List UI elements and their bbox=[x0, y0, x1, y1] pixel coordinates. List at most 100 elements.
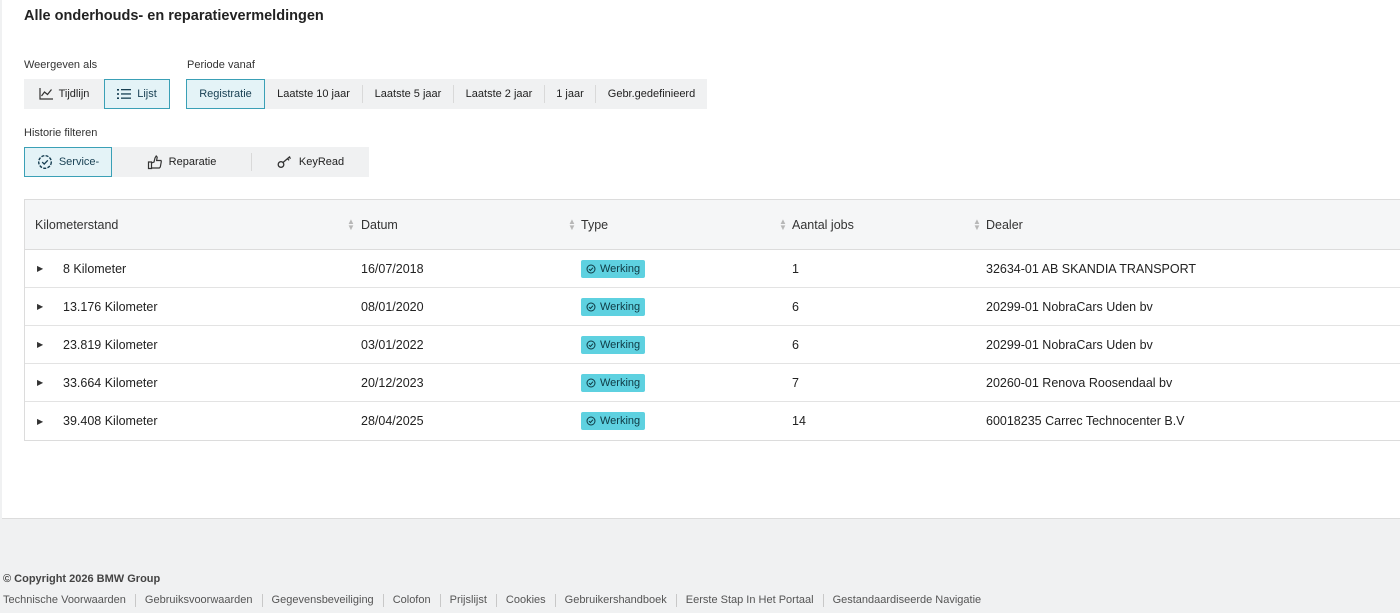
main-panel: Alle onderhouds- en reparatievermeldinge… bbox=[2, 0, 1400, 519]
service-gear-icon bbox=[37, 154, 52, 170]
expand-caret-icon[interactable]: ▶ bbox=[35, 340, 63, 349]
table-row[interactable]: ▶ 23.819 Kilometer 03/01/2022 Werking 6 2… bbox=[25, 326, 1400, 364]
footer-separator bbox=[495, 594, 497, 607]
type-badge-label: Werking bbox=[600, 262, 641, 275]
column-header-dealer-label: Dealer bbox=[986, 217, 1023, 232]
mileage-cell: 13.176 Kilometer bbox=[63, 299, 158, 314]
footer-link-first-steps[interactable]: Eerste Stap In Het Portaal bbox=[686, 594, 814, 607]
mileage-cell: 8 Kilometer bbox=[63, 261, 127, 276]
jobs-cell: 6 bbox=[792, 337, 799, 352]
line-chart-icon bbox=[39, 88, 53, 100]
footer-link-terms-of-use[interactable]: Gebruiksvoorwaarden bbox=[145, 594, 253, 607]
filter-option-service-label: Service- bbox=[58, 156, 100, 168]
jobs-cell: 1 bbox=[792, 261, 799, 276]
filter-option-repair-label: Reparatie bbox=[168, 156, 217, 168]
expand-caret-icon[interactable]: ▶ bbox=[35, 417, 63, 426]
type-badge-label: Werking bbox=[600, 338, 641, 351]
footer-separator bbox=[439, 594, 441, 607]
check-circle-icon bbox=[586, 378, 596, 387]
view-option-timeline-label: Tijdlijn bbox=[58, 88, 90, 100]
dealer-cell: 20260-01 Renova Roosendaal bv bbox=[986, 375, 1173, 390]
date-cell: 20/12/2023 bbox=[361, 375, 424, 390]
filter-option-service[interactable]: Service- bbox=[24, 147, 112, 177]
filter-option-keyread[interactable]: KeyRead bbox=[252, 147, 369, 177]
repair-hand-icon bbox=[147, 154, 162, 170]
column-header-type-label: Type bbox=[581, 217, 609, 232]
column-header-jobs[interactable]: Aantal jobs ▲ ▼ bbox=[792, 200, 986, 249]
jobs-cell: 6 bbox=[792, 299, 799, 314]
list-icon bbox=[117, 89, 132, 99]
footer-separator bbox=[261, 594, 263, 607]
date-cell: 28/04/2025 bbox=[361, 414, 424, 428]
expand-caret-icon[interactable]: ▶ bbox=[35, 264, 63, 273]
jobs-cell: 7 bbox=[792, 375, 799, 390]
period-label: Periode vanaf bbox=[187, 59, 255, 71]
sort-icon[interactable]: ▲ ▼ bbox=[568, 218, 576, 232]
expand-caret-icon[interactable]: ▶ bbox=[35, 378, 63, 387]
column-header-type[interactable]: Type ▲ ▼ bbox=[581, 200, 792, 249]
table-row[interactable]: ▶ 13.176 Kilometer 08/01/2020 Werking 6 2… bbox=[25, 288, 1400, 326]
footer-link-standard-navigation[interactable]: Gestandaardiseerde Navigatie bbox=[833, 594, 982, 607]
history-table: Kilometerstand ▲ ▼ Datum ▲ ▼ Type ▲ ▼ Aanta… bbox=[24, 199, 1400, 441]
view-toggle: Tijdlijn Lijst bbox=[24, 79, 170, 109]
dealer-cell: 20299-01 NobraCars Uden bv bbox=[986, 337, 1153, 352]
footer-link-technical-terms[interactable]: Technische Voorwaarden bbox=[3, 594, 126, 607]
mileage-cell: 23.819 Kilometer bbox=[63, 337, 158, 352]
date-cell: 03/01/2022 bbox=[361, 337, 424, 352]
type-badge-label: Werking bbox=[600, 300, 641, 313]
filter-option-repair[interactable]: Reparatie bbox=[112, 147, 251, 177]
type-badge-label: Werking bbox=[600, 415, 641, 427]
footer-separator bbox=[382, 594, 384, 607]
table-header: Kilometerstand ▲ ▼ Datum ▲ ▼ Type ▲ ▼ Aanta… bbox=[25, 200, 1400, 250]
mileage-cell: 39.408 Kilometer bbox=[63, 414, 158, 428]
column-header-date-label: Datum bbox=[361, 217, 398, 232]
footer-link-data-protection[interactable]: Gegevensbeveiliging bbox=[272, 594, 374, 607]
filter-toggle: Service- Reparatie KeyRead bbox=[24, 147, 369, 177]
footer-separator bbox=[822, 594, 824, 607]
period-option-10-years[interactable]: Laatste 10 jaar bbox=[265, 79, 362, 109]
footer-link-colophon[interactable]: Colofon bbox=[393, 594, 431, 607]
type-badge: Werking bbox=[581, 297, 646, 316]
sort-icon[interactable]: ▲ ▼ bbox=[779, 218, 787, 232]
footer-separator bbox=[675, 594, 677, 607]
sort-icon[interactable]: ▲ ▼ bbox=[973, 218, 981, 232]
check-circle-icon bbox=[586, 264, 596, 273]
footer-link-cookies[interactable]: Cookies bbox=[506, 594, 546, 607]
footer-link-price-list[interactable]: Prijslijst bbox=[450, 594, 487, 607]
mileage-cell: 33.664 Kilometer bbox=[63, 375, 158, 390]
type-badge: Werking bbox=[581, 373, 646, 392]
footer-copyright: © Copyright 2026 BMW Group bbox=[3, 573, 161, 585]
jobs-cell: 14 bbox=[792, 414, 806, 428]
view-option-timeline[interactable]: Tijdlijn bbox=[24, 79, 104, 109]
footer-link-user-manual[interactable]: Gebruikershandboek bbox=[565, 594, 667, 607]
dealer-cell: 20299-01 NobraCars Uden bv bbox=[986, 299, 1153, 314]
view-option-list-label: Lijst bbox=[137, 88, 157, 100]
sort-icon[interactable]: ▲ ▼ bbox=[347, 218, 355, 232]
page-title: Alle onderhouds- en reparatievermeldinge… bbox=[24, 8, 324, 24]
table-row[interactable]: ▶ 39.408 Kilometer 28/04/2025 Werking 14 … bbox=[25, 402, 1400, 440]
column-header-mileage[interactable]: Kilometerstand ▲ ▼ bbox=[25, 200, 361, 249]
period-option-registration[interactable]: Registratie bbox=[186, 79, 265, 109]
period-option-custom[interactable]: Gebr.gedefinieerd bbox=[596, 79, 707, 109]
footer-links: Technische Voorwaarden Gebruiksvoorwaard… bbox=[3, 594, 981, 607]
dealer-cell: 60018235 Carrec Technocenter B.V bbox=[986, 414, 1185, 428]
dealer-cell: 32634-01 AB SKANDIA TRANSPORT bbox=[986, 261, 1197, 276]
type-badge: Werking bbox=[581, 259, 646, 278]
column-header-date[interactable]: Datum ▲ ▼ bbox=[361, 200, 581, 249]
footer-separator bbox=[134, 594, 136, 607]
expand-caret-icon[interactable]: ▶ bbox=[35, 302, 63, 311]
type-badge: Werking bbox=[581, 412, 646, 430]
table-row[interactable]: ▶ 8 Kilometer 16/07/2018 Werking 1 32634-… bbox=[25, 250, 1400, 288]
column-header-dealer[interactable]: Dealer bbox=[986, 200, 1386, 249]
period-option-1-year[interactable]: 1 jaar bbox=[545, 79, 595, 109]
period-option-5-years[interactable]: Laatste 5 jaar bbox=[363, 79, 453, 109]
filter-label: Historie filteren bbox=[24, 127, 98, 139]
view-option-list[interactable]: Lijst bbox=[104, 79, 170, 109]
date-cell: 08/01/2020 bbox=[361, 299, 424, 314]
table-row[interactable]: ▶ 33.664 Kilometer 20/12/2023 Werking 7 2… bbox=[25, 364, 1400, 402]
type-badge-label: Werking bbox=[600, 376, 641, 389]
period-option-2-years[interactable]: Laatste 2 jaar bbox=[454, 79, 544, 109]
date-cell: 16/07/2018 bbox=[361, 261, 424, 276]
column-header-mileage-label: Kilometerstand bbox=[35, 217, 119, 232]
key-icon bbox=[277, 156, 291, 168]
